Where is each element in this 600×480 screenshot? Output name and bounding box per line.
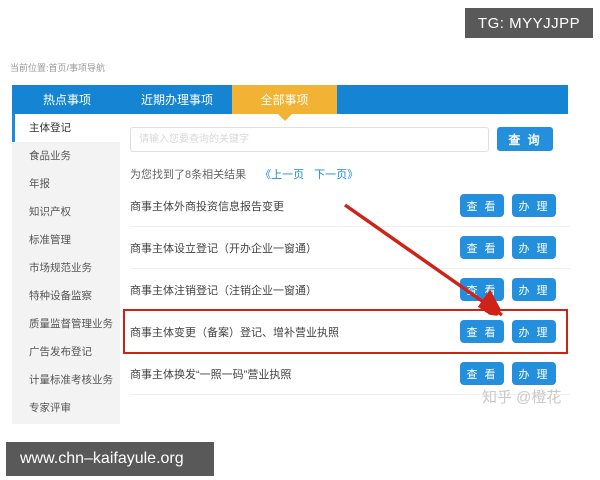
- item-title: 商事主体设立登记（开办企业一窗通）: [130, 242, 317, 255]
- handle-button[interactable]: 办 理: [512, 278, 556, 301]
- tab-recent-items[interactable]: 近期办理事项: [122, 85, 232, 114]
- tab-bar: 热点事项 近期办理事项 全部事项: [12, 85, 568, 114]
- sidebar-item-market-regulation[interactable]: 市场规范业务: [12, 254, 120, 282]
- handle-button[interactable]: 办 理: [512, 320, 556, 343]
- item-title: 商事主体外商投资信息报告变更: [130, 200, 284, 213]
- tab-all-items[interactable]: 全部事项: [232, 85, 337, 114]
- search-button[interactable]: 查 询: [497, 127, 553, 151]
- sidebar-item-quality-supervision[interactable]: 质量监督管理业务: [12, 310, 120, 338]
- results-summary: 为您找到了8条相关结果: [130, 169, 247, 181]
- list-item: 商事主体注销登记（注销企业一窗通） 查 看 办 理: [130, 269, 570, 311]
- sidebar-item-special-equipment[interactable]: 特种设备监察: [12, 282, 120, 310]
- results-line: 为您找到了8条相关结果 《上一页 下一页》: [130, 166, 570, 182]
- sidebar-item-metrology-assessment[interactable]: 计量标准考核业务: [12, 366, 120, 394]
- sidebar-item-advertising-registration[interactable]: 广告发布登记: [12, 338, 120, 366]
- sidebar-item-expert-review[interactable]: 专家评审: [12, 394, 120, 422]
- sidebar-item-subject-registration[interactable]: 主体登记: [12, 114, 120, 142]
- sidebar-item-standards-management[interactable]: 标准管理: [12, 226, 120, 254]
- search-input[interactable]: [130, 126, 489, 152]
- tg-contact-badge: TG: MYYJJPP: [465, 8, 593, 38]
- sidebar: 主体登记 食品业务 年报 知识产权 标准管理 市场规范业务 特种设备监察 质量监…: [12, 114, 120, 424]
- view-button[interactable]: 查 看: [460, 278, 504, 301]
- result-list: 商事主体外商投资信息报告变更 查 看 办 理 商事主体设立登记（开办企业一窗通）…: [130, 185, 570, 395]
- list-item-highlighted: 商事主体变更（备案）登记、增补营业执照 查 看 办 理: [130, 311, 570, 353]
- item-title: 商事主体注销登记（注销企业一窗通）: [130, 284, 317, 297]
- handle-button[interactable]: 办 理: [512, 194, 556, 217]
- sidebar-item-food-business[interactable]: 食品业务: [12, 142, 120, 170]
- prev-page-link[interactable]: 《上一页: [260, 169, 304, 181]
- search-row: 查 询: [130, 126, 570, 152]
- sidebar-item-annual-report[interactable]: 年报: [12, 170, 120, 198]
- item-title: 商事主体变更（备案）登记、增补营业执照: [130, 326, 339, 339]
- view-button[interactable]: 查 看: [460, 320, 504, 343]
- view-button[interactable]: 查 看: [460, 362, 504, 385]
- view-button[interactable]: 查 看: [460, 194, 504, 217]
- item-title: 商事主体换发“一照一码”营业执照: [130, 368, 292, 381]
- breadcrumb: 当前位置:首页/事项导航: [10, 63, 106, 73]
- handle-button[interactable]: 办 理: [512, 236, 556, 259]
- tab-hot-items[interactable]: 热点事项: [12, 85, 122, 114]
- next-page-link[interactable]: 下一页》: [314, 169, 358, 181]
- sidebar-item-intellectual-property[interactable]: 知识产权: [12, 198, 120, 226]
- list-item: 商事主体设立登记（开办企业一窗通） 查 看 办 理: [130, 227, 570, 269]
- view-button[interactable]: 查 看: [460, 236, 504, 259]
- watermark: 知乎 @橙花: [482, 389, 562, 406]
- list-item: 商事主体外商投资信息报告变更 查 看 办 理: [130, 185, 570, 227]
- main-content: 查 询 为您找到了8条相关结果 《上一页下一页》 商事主体外商投资信息报告变更 查…: [130, 126, 570, 395]
- site-url-badge: www.chn–kaifayule.org: [6, 442, 214, 476]
- handle-button[interactable]: 办 理: [512, 362, 556, 385]
